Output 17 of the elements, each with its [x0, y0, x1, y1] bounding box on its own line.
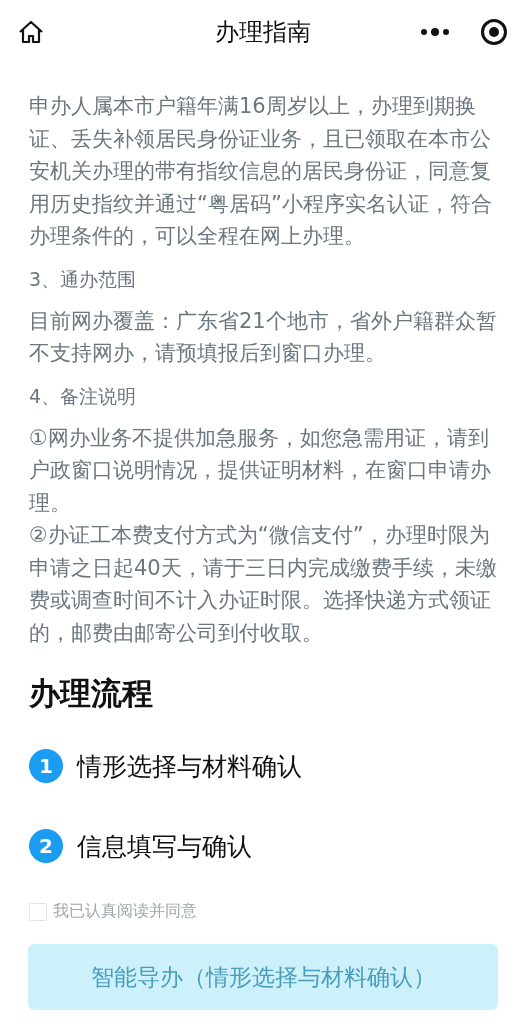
more-icon[interactable] — [420, 27, 450, 37]
section-heading: 4、备注说明 — [29, 383, 138, 409]
guide-paragraph: ②办证工本费支付方式为“微信支付”，办理时限为申请之日起40天，请于三日内完成缴费手续，未缴费或调查时间不计入办证时限。选择快递方式领证的，邮费由邮寄公司到付收取。 — [29, 522, 497, 647]
agree-label: 我已认真阅读并同意 — [53, 901, 197, 922]
section-heading: 3、通办范围 — [29, 266, 138, 292]
close-target-icon[interactable] — [480, 18, 508, 46]
step-number-badge: 2 — [29, 829, 63, 863]
guide-paragraph: 目前网办覆盖：广东省21个地市，省外户籍群众暂不支持网办，请预填报后到窗口办理。 — [29, 307, 497, 367]
guide-paragraph: ①网办业务不提供加急服务，如您急需用证，请到户政窗口说明情况，提供证明材料，在窗口申请办理。 — [29, 424, 492, 517]
process-title: 办理流程 — [29, 674, 154, 713]
agree-checkbox[interactable] — [29, 902, 47, 921]
guide-paragraph: 申办人属本市户籍年满16周岁以上，办理到期换证、丢失补领居民身份证业务，且已领取在本市公安机关办理的带有指纹信息的居民身份证，同意复用历史指纹并通过“粤居码”小程序实名认证，符合办理条件的，可以全程在网上办理。 — [29, 93, 493, 250]
step-label: 情形选择与材料确认 — [77, 750, 302, 783]
step-number-badge: 1 — [29, 749, 63, 783]
home-icon[interactable] — [18, 19, 44, 45]
page-title: 办理指南 — [215, 17, 311, 48]
step-label: 信息填写与确认 — [77, 830, 252, 863]
